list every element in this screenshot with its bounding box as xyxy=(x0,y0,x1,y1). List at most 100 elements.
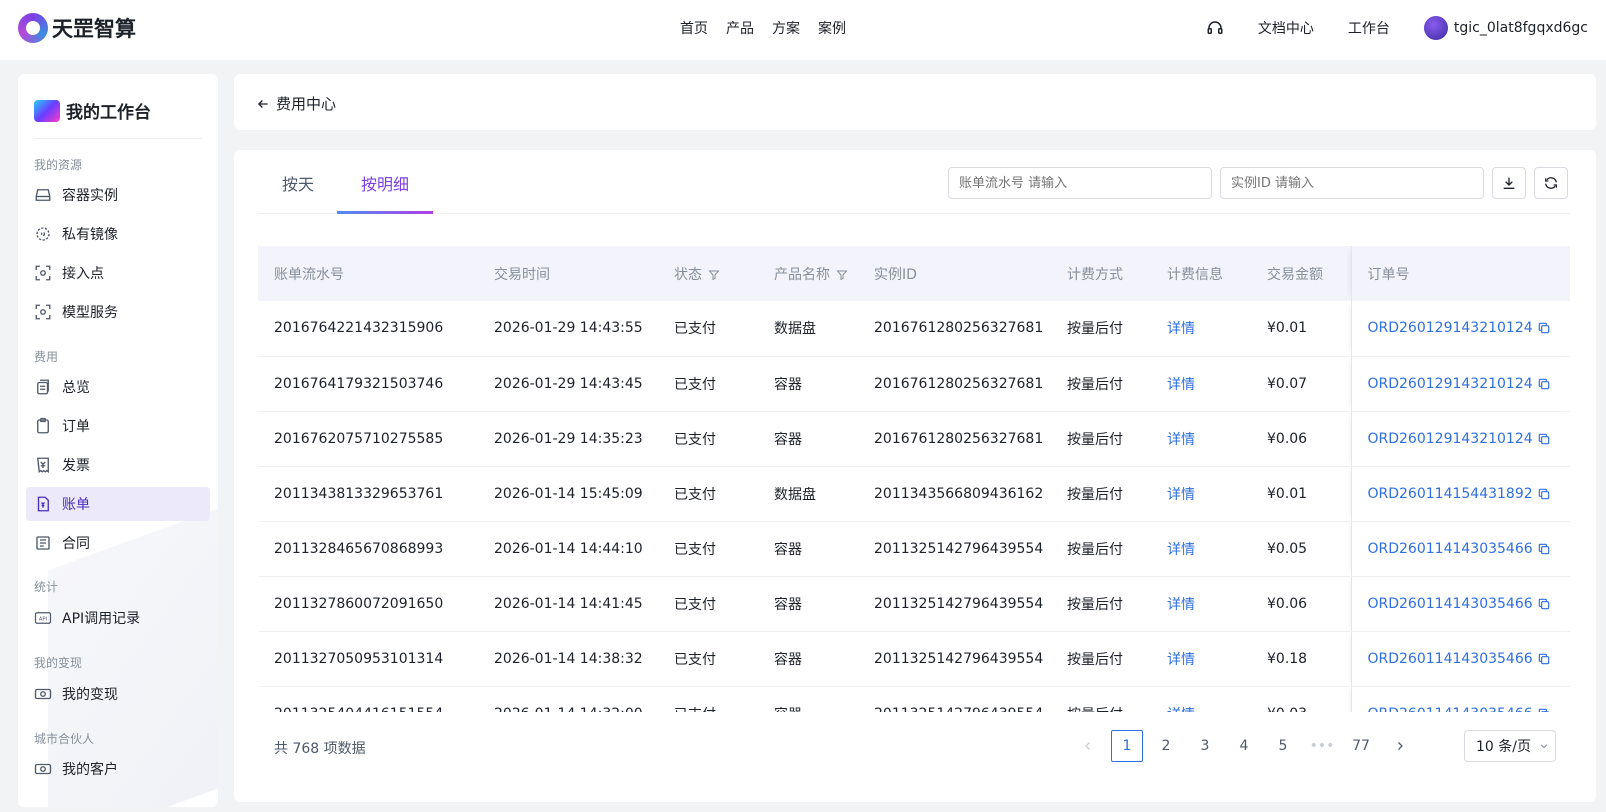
page-ellipsis[interactable]: ••• xyxy=(1306,730,1338,762)
refresh-button[interactable] xyxy=(1534,167,1568,199)
sidebar-item-images[interactable]: 私有镜像 xyxy=(26,217,210,251)
order-no-link[interactable]: ORD260129143210124 xyxy=(1368,431,1533,447)
sidebar-item-contracts[interactable]: 合同 xyxy=(26,526,210,560)
sidebar-item-orders[interactable]: 订单 xyxy=(26,409,210,443)
status-cell: 已支付 xyxy=(658,301,758,357)
sidebar-item-overview[interactable]: 总览 xyxy=(26,370,210,404)
page-4[interactable]: 4 xyxy=(1228,730,1260,762)
page-2[interactable]: 2 xyxy=(1150,730,1182,762)
order-no-link: ORD260129143210124 xyxy=(1350,356,1570,412)
brand-logo[interactable]: 天罡智算 xyxy=(18,13,136,43)
detail-link[interactable]: 详情 xyxy=(1167,377,1195,393)
nav-docs[interactable]: 文档中心 xyxy=(1258,18,1314,38)
amount-cell: ¥0.05 xyxy=(1251,521,1351,577)
billing-method-cell: 按量后付 xyxy=(1051,576,1151,632)
sidebar-item-bills[interactable]: 账单 xyxy=(26,487,210,521)
filter-icon[interactable] xyxy=(836,269,848,281)
order-no-link[interactable]: ORD260129143210124 xyxy=(1368,376,1533,392)
billing-method-cell: 按量后付 xyxy=(1051,301,1151,357)
product-cell: 容器 xyxy=(758,411,858,467)
group-title-resources: 我的资源 xyxy=(34,158,83,172)
status-cell: 已支付 xyxy=(658,576,758,632)
order-no-link[interactable]: ORD260114143035466 xyxy=(1368,706,1533,713)
sidebar: 我的工作台 我的资源 容器实例 私有镜像 接入点 模型服务 费用 总览 订单 发… xyxy=(18,74,218,807)
sidebar-item-label: 账单 xyxy=(62,497,90,513)
detail-link[interactable]: 详情 xyxy=(1167,487,1195,503)
page-3[interactable]: 3 xyxy=(1189,730,1221,762)
back-link[interactable]: 费用中心 xyxy=(256,93,336,114)
clipboard-icon xyxy=(37,417,49,434)
copy-icon[interactable] xyxy=(1537,377,1551,391)
page-1[interactable]: 1 xyxy=(1111,730,1143,762)
contract-icon xyxy=(36,536,50,550)
order-no-link[interactable]: ORD260114143035466 xyxy=(1368,541,1533,557)
order-no-link[interactable]: ORD260114154431892 xyxy=(1368,486,1533,502)
page-5[interactable]: 5 xyxy=(1267,730,1299,762)
order-no-link: ORD260114143035466 xyxy=(1350,521,1570,577)
sidebar-item-my-customers[interactable]: 我的客户 xyxy=(26,752,210,786)
chevron-down-icon xyxy=(1540,744,1548,749)
prev-page-button[interactable] xyxy=(1072,730,1104,762)
table-row: 2011327050953101314 2026-01-14 14:38:32 已支… xyxy=(258,631,1570,687)
download-button[interactable] xyxy=(1492,167,1526,199)
filter-icon[interactable] xyxy=(708,269,720,281)
username[interactable]: tgic_0lat8fgqxd6gc xyxy=(1454,20,1588,36)
product-cell: 容器 xyxy=(758,576,858,632)
instance-id-cell: 2011325142796439554 xyxy=(858,631,1051,687)
page-header: 费用中心 xyxy=(234,74,1596,130)
nav-solutions[interactable]: 方案 xyxy=(772,18,800,38)
copy-icon[interactable] xyxy=(1537,432,1551,446)
order-no-link[interactable]: ORD260114143035466 xyxy=(1368,596,1533,612)
sidebar-item-my-monetize[interactable]: 我的变现 xyxy=(26,677,210,711)
detail-link[interactable]: 详情 xyxy=(1167,597,1195,613)
detail-link[interactable]: 详情 xyxy=(1167,707,1195,713)
table-row: 2016764221432315906 2026-01-29 14:43:55 已支… xyxy=(258,301,1570,357)
nav-products[interactable]: 产品 xyxy=(726,18,754,38)
order-no-link[interactable]: ORD260129143210124 xyxy=(1368,320,1533,336)
headset-icon[interactable] xyxy=(1206,19,1224,37)
product-cell: 容器 xyxy=(758,631,858,687)
next-page-button[interactable] xyxy=(1384,730,1416,762)
avatar[interactable] xyxy=(1423,16,1448,40)
workbench-logo-icon xyxy=(34,99,60,122)
sidebar-item-containers[interactable]: 容器实例 xyxy=(26,178,210,212)
order-no-link[interactable]: ORD260114143035466 xyxy=(1368,651,1533,667)
table-header: 账单流水号 交易时间 状态 产品名称 实例ID 计费方式 计费信息 交易金额 订… xyxy=(258,246,1570,301)
page-last[interactable]: 77 xyxy=(1345,730,1377,762)
instance-id-search-input[interactable] xyxy=(1220,167,1484,199)
bill-no-cell: 2016762075710275585 xyxy=(258,411,478,467)
sidebar-item-label: 总览 xyxy=(62,380,90,396)
sidebar-item-models[interactable]: 模型服务 xyxy=(26,295,210,329)
sidebar-item-endpoints[interactable]: 接入点 xyxy=(26,256,210,290)
arrow-left-icon xyxy=(258,99,268,108)
sidebar-item-invoices[interactable]: 发票 xyxy=(26,448,210,482)
nav-workbench[interactable]: 工作台 xyxy=(1348,18,1390,38)
bill-no-search-input[interactable] xyxy=(948,167,1212,199)
copy-icon[interactable] xyxy=(1537,707,1551,713)
detail-link[interactable]: 详情 xyxy=(1167,542,1195,558)
sidebar-item-api-logs[interactable]: API API调用记录 xyxy=(26,601,210,635)
nav-cases[interactable]: 案例 xyxy=(818,18,846,38)
page-size-select[interactable]: 10 条/页 xyxy=(1464,730,1556,762)
tab-by-detail[interactable]: 按明细 xyxy=(361,171,409,195)
detail-link[interactable]: 详情 xyxy=(1167,652,1195,668)
bill-no-cell: 2011328465670868993 xyxy=(258,521,478,577)
col-time: 交易时间 xyxy=(494,266,550,283)
copy-icon[interactable] xyxy=(1537,652,1551,666)
amount-cell: ¥0.01 xyxy=(1251,301,1351,357)
detail-link[interactable]: 详情 xyxy=(1167,321,1195,337)
copy-icon[interactable] xyxy=(1537,597,1551,611)
copy-icon[interactable] xyxy=(1537,321,1551,335)
chevron-right-icon xyxy=(1398,742,1403,750)
copy-icon[interactable] xyxy=(1537,542,1551,556)
sidebar-item-label: 接入点 xyxy=(62,266,104,282)
detail-link[interactable]: 详情 xyxy=(1167,432,1195,448)
billing-info-link: 详情 xyxy=(1151,411,1251,467)
nav-home[interactable]: 首页 xyxy=(680,18,708,38)
copy-icon[interactable] xyxy=(1537,487,1551,501)
status-cell: 已支付 xyxy=(658,356,758,412)
brand-name: 天罡智算 xyxy=(52,17,136,41)
tab-by-day[interactable]: 按天 xyxy=(282,171,314,195)
logo-icon xyxy=(18,13,48,43)
billing-method-cell: 按量后付 xyxy=(1051,521,1151,577)
